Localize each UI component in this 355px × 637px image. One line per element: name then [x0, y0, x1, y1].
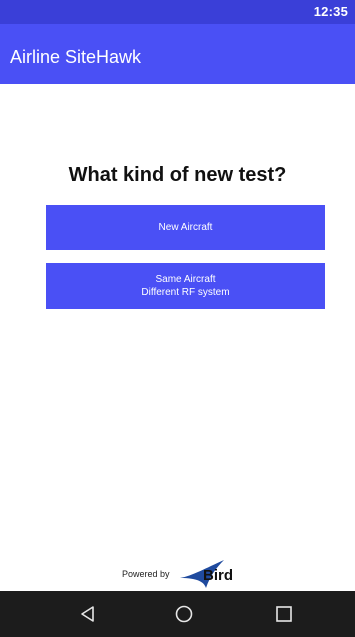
home-icon[interactable] — [173, 603, 195, 625]
app-title: Airline SiteHawk — [10, 47, 142, 67]
status-bar: 12:35 — [0, 0, 355, 24]
status-time: 12:35 — [313, 4, 348, 19]
back-icon[interactable] — [77, 603, 99, 625]
same-aircraft-label: Same Aircraft — [155, 274, 216, 285]
recents-icon[interactable] — [273, 603, 295, 625]
new-aircraft-button[interactable]: New Aircraft — [46, 205, 325, 250]
navigation-bar — [0, 591, 355, 637]
main-content: What kind of new test? New Aircraft Same… — [0, 84, 355, 591]
question-heading: What kind of new test? — [68, 164, 287, 186]
powered-by-text: Powered by — [122, 569, 170, 579]
new-aircraft-label: New Aircraft — [158, 222, 213, 233]
bird-brand-text: Bird — [203, 567, 233, 584]
powered-by-bird: Powered by Bird — [122, 560, 242, 590]
same-aircraft-different-rf-button[interactable]: Same Aircraft Different RF system — [46, 263, 325, 309]
app-bar: Airline SiteHawk — [0, 24, 355, 84]
different-rf-system-label: Different RF system — [141, 287, 230, 298]
